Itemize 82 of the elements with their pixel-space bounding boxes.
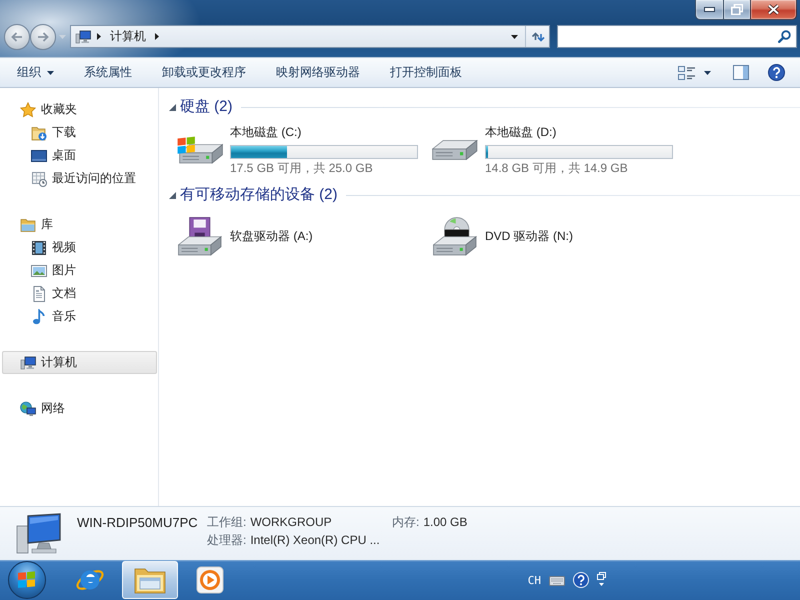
refresh-button[interactable] [525,26,549,47]
restore-icon [731,4,743,15]
disc-drive-icon [433,216,477,256]
folder-arrow-icon [31,124,47,140]
hard-drive-flag-icon [177,136,223,164]
toolbar-button[interactable]: 系统属性 [75,60,141,84]
language-indicator[interactable]: CH [528,574,541,586]
chevron-icon[interactable] [97,33,101,40]
windows-overlap-icon[interactable] [597,572,606,588]
star-icon [20,102,36,118]
caret-icon[interactable] [704,70,711,74]
computer-name: WIN-RDIP50MU7PC [77,515,199,530]
sidebar-item[interactable]: 音乐 [2,305,157,328]
collapse-triangle-icon[interactable] [169,104,176,110]
toolbar-button[interactable]: 打开控制面板 [381,60,471,84]
sidebar-item[interactable]: 库 [2,213,157,236]
keyboard-icon[interactable] [549,574,565,586]
toolbar-button[interactable]: 卸载或更改程序 [153,60,255,84]
play-icon [196,566,224,594]
chevron-icon[interactable] [155,33,159,40]
minimize-icon [704,7,715,12]
details-value: Intel(R) Xeon(R) CPU ... [250,533,380,548]
taskbar-button[interactable] [122,561,178,599]
arrow-right-icon [37,32,49,42]
drive-name: 本地磁盘 (D:) [485,124,558,140]
group-header[interactable]: 有可移动存储的设备 (2) [180,186,338,204]
forward-button[interactable] [30,24,56,50]
collapse-triangle-icon[interactable] [169,192,176,198]
help-icon[interactable] [768,64,785,81]
drive-space-text: 14.8 GB 可用，共 14.9 GB [485,160,629,176]
caret-icon [47,70,54,74]
sidebar-item[interactable]: 视频 [2,236,157,259]
search-field[interactable] [557,25,797,48]
view-list-icon[interactable] [678,64,695,80]
details-label: 处理器: [207,533,246,548]
caret-icon[interactable] [510,34,518,38]
computer-icon [20,354,36,370]
folder-icon [134,566,166,594]
breadcrumb-item[interactable]: 计算机 [107,27,149,46]
folder-icon [20,216,36,232]
drive-name: DVD 驱动器 (N:) [485,228,574,244]
close-button[interactable] [750,0,797,20]
details-value: 1.00 GB [423,515,468,530]
details-label: 内存: [392,515,420,530]
music-note-icon [31,308,47,324]
sidebar-item[interactable]: 图片 [2,259,157,282]
hard-drive-icon [432,140,478,160]
drive-name: 软盘驱动器 (A:) [230,228,314,244]
start-button[interactable] [8,561,46,599]
sidebar-item[interactable]: 网络 [2,397,157,420]
sidebar-item[interactable]: 下载 [2,121,157,144]
screen-icon [31,148,47,164]
back-button[interactable] [4,24,30,50]
picture-icon [31,262,47,278]
restore-button[interactable] [723,0,751,20]
minimize-button[interactable] [695,0,724,20]
address-bar[interactable]: 计算机 [70,25,550,48]
computer-icon [75,28,91,44]
sidebar-item[interactable]: 最近访问的位置 [2,167,157,190]
document-icon [31,286,47,302]
globe-computer-icon [20,400,36,416]
details-value: WORKGROUP [250,515,332,530]
computer-icon [15,512,63,556]
drive-name: 本地磁盘 (C:) [230,124,302,140]
drive-space-text: 17.5 GB 可用，共 25.0 GB [230,160,374,176]
group-header[interactable]: 硬盘 (2) [180,98,232,116]
menu-button[interactable]: 组织 [8,60,63,84]
toolbar-button[interactable]: 映射网络驱动器 [267,60,369,84]
sidebar-item[interactable]: 收藏夹 [2,98,157,121]
sidebar-item[interactable]: 桌面 [2,144,157,167]
window-clock-icon [31,170,47,186]
flag-icon [17,571,37,589]
refresh-icon [530,30,544,42]
close-icon [767,4,780,15]
details-label: 工作组: [207,515,246,530]
sidebar-item[interactable]: 计算机 [2,351,157,374]
film-icon [31,240,47,256]
arrow-left-icon [11,32,23,42]
floppy-drive-icon [178,216,222,256]
search-icon[interactable] [778,30,791,43]
sidebar-item[interactable]: 文档 [2,282,157,305]
preview-pane-icon[interactable] [733,65,749,80]
